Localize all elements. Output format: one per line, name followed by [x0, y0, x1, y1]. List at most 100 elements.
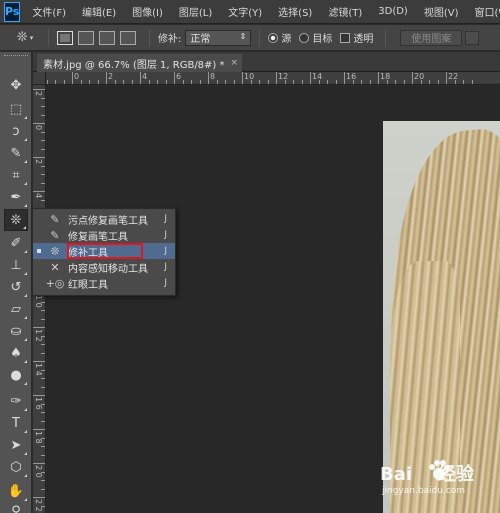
lasso-tool[interactable]: ↄ: [4, 120, 28, 142]
shape-tool[interactable]: ⬡: [4, 456, 28, 478]
zoom-icon: ⚲: [11, 503, 21, 513]
paint-bucket-tool[interactable]: ⛀: [4, 320, 28, 342]
brush-tool[interactable]: ✐: [4, 232, 28, 254]
ruler-minor-tick: [454, 80, 456, 84]
ruler-label: 14: [312, 72, 323, 81]
menu-window[interactable]: 窗口(W): [468, 4, 500, 19]
close-icon[interactable]: ×: [231, 58, 239, 68]
menu-file[interactable]: 文件(F): [26, 4, 72, 19]
flyout-item-content-aware-move[interactable]: ✕ 内容感知移动工具 J: [33, 259, 175, 275]
flyout-item-patch-tool[interactable]: ❊ 修补工具 J: [33, 243, 175, 259]
ruler-label: 0: [74, 72, 80, 81]
ruler-minor-tick: [41, 488, 45, 490]
ruler-major-tick: [412, 72, 413, 84]
ruler-minor-tick: [131, 80, 133, 84]
flyout-item-healing-brush[interactable]: ✎ 修复画笔工具 J: [33, 227, 175, 243]
menu-type[interactable]: 文字(Y): [222, 4, 268, 19]
healing-tools-flyout: ✎ 污点修复画笔工具 J ✎ 修复画笔工具 J ❊ 修补工具 J ✕ 内容感知移…: [32, 208, 176, 296]
blur-tool[interactable]: ♠: [4, 342, 28, 364]
ruler-origin[interactable]: [33, 72, 46, 85]
ruler-minor-tick: [41, 454, 45, 456]
new-selection-button[interactable]: [57, 30, 73, 45]
ruler-minor-tick: [293, 80, 294, 84]
ruler-minor-tick: [369, 80, 371, 84]
highlight-box: [67, 243, 143, 259]
ruler-major-tick: [33, 497, 45, 498]
ruler-minor-tick: [41, 174, 45, 175]
ruler-minor-tick: [216, 80, 218, 84]
crop-tool[interactable]: ⌗: [4, 164, 28, 186]
ruler-minor-tick: [41, 412, 45, 413]
flyout-item-spot-healing[interactable]: ✎ 污点修复画笔工具 J: [33, 211, 175, 227]
menu-filter[interactable]: 滤镜(T): [322, 4, 368, 19]
menu-3d[interactable]: 3D(D): [372, 6, 414, 17]
marquee-tool[interactable]: ⬚: [4, 98, 28, 120]
ruler-label: 2: [34, 91, 43, 97]
ruler-minor-tick: [191, 80, 192, 84]
hand-tool[interactable]: ✋: [4, 480, 28, 502]
panel-grip[interactable]: [4, 55, 28, 58]
document-tab[interactable]: 素材.jpg @ 66.7% (图层 1, RGB/8#) * ×: [37, 54, 243, 72]
baidu-jingyan-watermark: Bai 经验 jingyan.baidu.com: [380, 460, 498, 510]
blur-icon: ♠: [10, 345, 22, 361]
move-tool[interactable]: ✥: [4, 74, 28, 96]
ruler-minor-tick: [41, 378, 45, 379]
use-pattern-button[interactable]: 使用图案: [400, 29, 463, 46]
ruler-label: 4: [142, 72, 148, 81]
transparent-label: 透明: [353, 34, 374, 45]
target-radio[interactable]: [299, 32, 310, 43]
ruler-minor-tick: [41, 318, 45, 320]
pattern-picker-button[interactable]: [465, 30, 480, 45]
pen-tool[interactable]: ✑: [4, 390, 28, 412]
ruler-major-tick: [33, 361, 45, 362]
ruler-minor-tick: [55, 80, 56, 84]
photoshop-logo: Ps: [4, 1, 21, 22]
dodge-tool[interactable]: ●: [4, 364, 28, 386]
menu-view[interactable]: 视图(V): [418, 4, 465, 19]
flyout-item-shortcut: J: [164, 246, 167, 256]
eyedropper-tool[interactable]: ✒: [4, 186, 28, 208]
healing-brush-icon: ✎: [50, 228, 60, 242]
ruler-major-tick: [174, 72, 175, 84]
divider: [259, 28, 261, 47]
ruler-minor-tick: [97, 80, 99, 84]
flyout-item-red-eye[interactable]: +◎ 红眼工具 J: [33, 275, 175, 291]
divider: [385, 28, 387, 47]
eraser-tool[interactable]: ▱: [4, 298, 28, 320]
ruler-minor-tick: [80, 80, 82, 84]
ruler-minor-tick: [182, 80, 184, 84]
patch-tool-icon: ❊: [10, 212, 22, 228]
zoom-tool[interactable]: ⚲: [4, 500, 28, 513]
healing-tool[interactable]: ❊: [4, 209, 28, 231]
intersect-selection-button[interactable]: [120, 30, 136, 45]
menu-layer[interactable]: 图层(L): [173, 4, 218, 19]
tools-panel: ✥ ⬚ ↄ ✎ ⌗ ✒ ❊ ✐ ⊥ ↺ ▱ ⛀ ♠ ● ✑ T ➤ ⬡ ✋ ⚲: [0, 52, 32, 513]
ruler-minor-tick: [41, 352, 45, 354]
subtract-from-selection-button[interactable]: [99, 30, 115, 45]
eraser-icon: ▱: [11, 301, 21, 317]
history-brush-tool[interactable]: ↺: [4, 276, 28, 298]
ruler-major-tick: [33, 157, 45, 158]
patch-mode-select[interactable]: 正常 ⇕: [185, 29, 252, 46]
add-to-selection-button[interactable]: [78, 30, 94, 45]
target-label: 目标: [312, 34, 333, 45]
menu-image[interactable]: 图像(I): [126, 4, 169, 19]
horizontal-ruler[interactable]: 20246810121416182022: [33, 72, 500, 85]
transparent-checkbox[interactable]: [340, 32, 351, 43]
menu-select[interactable]: 选择(S): [272, 4, 318, 19]
type-icon: T: [12, 415, 20, 431]
menu-edit[interactable]: 编辑(E): [76, 4, 122, 19]
clone-stamp-tool[interactable]: ⊥: [4, 254, 28, 276]
quick-selection-tool[interactable]: ✎: [4, 142, 28, 164]
ruler-minor-tick: [41, 505, 45, 507]
ruler-minor-tick: [41, 369, 45, 371]
vertical-ruler[interactable]: 2024681 01 21 41 61 82 02 2: [33, 85, 46, 513]
ruler-label: 8: [210, 72, 216, 81]
tool-preset-picker[interactable]: ❊ ▾: [10, 28, 40, 48]
source-radio[interactable]: [268, 32, 279, 43]
ruler-label: 22: [448, 72, 459, 81]
type-tool[interactable]: T: [4, 412, 28, 434]
canvas-area[interactable]: [47, 86, 500, 513]
path-selection-tool[interactable]: ➤: [4, 434, 28, 456]
ruler-major-tick: [140, 72, 141, 84]
